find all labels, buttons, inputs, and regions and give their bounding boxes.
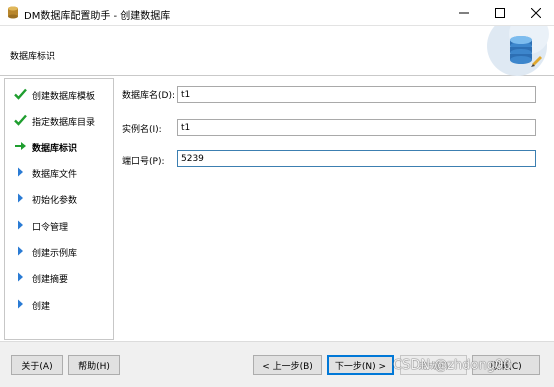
step-label: 创建 [32,302,51,312]
wizard-header: 数据库标识 [0,26,554,76]
port-label: 端口号(P): [122,157,165,167]
step-db-identity: 数据库标识 [5,137,113,155]
step-label: 口令管理 [32,223,69,233]
wizard-steps: 创建数据库模板 指定数据库目录 数据库标识 数据库文件 初始化参数 口令管理 创… [4,78,114,340]
step-label: 数据库文件 [32,170,78,180]
triangle-right-icon [18,220,23,230]
database-graphic-icon [487,26,549,76]
triangle-right-icon [18,167,23,177]
db-identity-form: 数据库名(D): 实例名(I): 端口号(P): [116,78,550,340]
instance-name-label: 实例名(I): [122,125,162,135]
dm-app-icon [8,6,18,19]
step-password: 口令管理 [5,216,113,234]
step-db-files: 数据库文件 [5,163,113,181]
step-sample-db: 创建示例库 [5,242,113,260]
watermark: CSDN @zhdong00 [393,358,512,373]
step-label: 指定数据库目录 [32,118,96,128]
next-button[interactable]: 下一步(N) > [327,355,394,375]
triangle-right-icon [18,193,23,203]
step-label: 初始化参数 [32,196,78,206]
db-name-label: 数据库名(D): [122,91,175,101]
close-icon [531,8,541,18]
step-create: 创建 [5,295,113,313]
step-label: 创建示例库 [32,249,78,259]
port-input[interactable] [177,150,536,167]
close-button[interactable] [518,0,554,26]
step-db-directory: 指定数据库目录 [5,111,113,129]
step-create-template: 创建数据库模板 [5,85,113,103]
checkmark-icon [14,114,27,126]
step-label: 数据库标识 [32,144,78,154]
minimize-button[interactable] [446,0,482,26]
step-label: 创建摘要 [32,275,69,285]
window-title: DM数据库配置助手 - 创建数据库 [24,11,171,22]
about-button[interactable]: 关于(A) [11,355,63,375]
triangle-right-icon [18,299,23,309]
step-init-params: 初始化参数 [5,189,113,207]
title-bar: DM数据库配置助手 - 创建数据库 [0,0,554,26]
triangle-right-icon [18,246,23,256]
page-title: 数据库标识 [10,52,56,62]
checkmark-icon [14,88,27,100]
help-button[interactable]: 帮助(H) [68,355,120,375]
arrow-right-icon [15,142,26,150]
maximize-button[interactable] [482,0,518,26]
maximize-icon [495,8,505,18]
minimize-icon [459,12,469,14]
step-label: 创建数据库模板 [32,92,96,102]
previous-button[interactable]: < 上一步(B) [253,355,322,375]
triangle-right-icon [18,272,23,282]
instance-name-input[interactable] [177,119,536,136]
db-name-input[interactable] [177,86,536,103]
step-summary: 创建摘要 [5,268,113,286]
